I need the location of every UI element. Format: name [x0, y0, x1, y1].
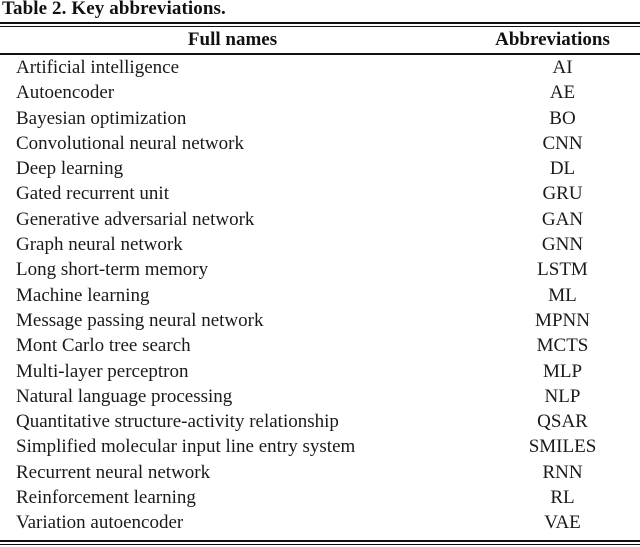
abbreviation-cell: QSAR: [537, 411, 588, 433]
abbreviation-cell: ML: [548, 284, 577, 306]
full-name-cell: Artificial intelligence: [16, 57, 180, 78]
table-row: Natural language processing NLP: [0, 384, 640, 409]
table-body: Artificial intelligence AI Autoencoder AE Ba…: [0, 53, 640, 536]
table-row: Long short-term memory LSTM: [0, 257, 640, 282]
full-name-cell: Convolutional neural network: [16, 132, 244, 154]
table-row: Recurrent neural network RNN: [0, 460, 640, 485]
abbreviation-cell: SMILES: [528, 436, 597, 458]
table-row: Message passing neural network MPNN: [0, 308, 640, 333]
abbreviation-cell: RL: [550, 487, 575, 509]
full-name-cell: Multi-layer perceptron: [16, 360, 189, 382]
table-row: Machine learning ML: [0, 283, 640, 308]
full-name-cell: Machine learning: [16, 284, 150, 306]
full-name-cell: Long short-term memory: [16, 259, 209, 281]
abbreviation-cell: GAN: [541, 208, 584, 230]
abbreviation-cell: GNN: [541, 234, 584, 256]
full-name-cell: Reinforcement learning: [16, 487, 196, 509]
table-row: Simplified molecular input line entry sy…: [0, 434, 640, 459]
header-row: Full names Abbreviations: [0, 27, 640, 53]
full-name-cell: Gated recurrent unit: [16, 183, 169, 205]
abbreviation-cell: AE: [549, 82, 576, 104]
full-name-cell: Generative adversarial network: [16, 208, 255, 230]
full-name-cell: Recurrent neural network: [16, 461, 211, 483]
table-caption: Table 2. Key abbreviations.: [2, 0, 226, 19]
table-row: Deep learning DL: [0, 156, 640, 181]
abbreviation-cell: MPNN: [535, 309, 590, 331]
table-row: Reinforcement learning RL: [0, 485, 640, 510]
full-name-cell: Message passing neural network: [16, 309, 264, 331]
abbreviation-cell: VAE: [544, 512, 581, 534]
bottom-double-rule: [0, 540, 640, 545]
table-row: Variation autoencoder VAE: [0, 510, 640, 535]
table-row: Quantitative structure-activity relation…: [0, 409, 640, 434]
full-name-cell: Simplified molecular input line entry sy…: [16, 436, 356, 458]
full-name-cell: Quantitative structure-activity relation…: [16, 411, 339, 433]
abbreviations-table: Full names Abbreviations Artificial inte…: [0, 27, 640, 536]
full-name-cell: Bayesian optimization: [16, 107, 187, 129]
abbreviation-cell: MLP: [542, 360, 583, 382]
abbreviation-cell: LSTM: [537, 259, 588, 281]
table-row: Graph neural network GNN: [0, 232, 640, 257]
table-row: Multi-layer perceptron MLP: [0, 359, 640, 384]
full-name-cell: Natural language processing: [16, 385, 233, 407]
full-name-cell: Deep learning: [16, 158, 124, 180]
full-name-cell: Mont Carlo tree search: [16, 335, 191, 357]
abbreviation-cell: CNN: [542, 132, 583, 154]
table-row: Autoencoder AE: [0, 80, 640, 105]
abbreviation-cell: BO: [549, 107, 576, 129]
abbreviation-cell: GRU: [542, 183, 583, 205]
abbreviation-cell: AI: [552, 57, 573, 78]
column-header-abbreviations: Abbreviations: [495, 29, 610, 50]
full-name-cell: Graph neural network: [16, 234, 183, 256]
abbreviation-cell: NLP: [544, 385, 581, 407]
column-header-full-names: Full names: [187, 29, 278, 50]
table-row: Bayesian optimization BO: [0, 106, 640, 131]
full-name-cell: Autoencoder: [16, 82, 115, 104]
table-row: Gated recurrent unit GRU: [0, 181, 640, 206]
abbreviation-cell: DL: [549, 158, 576, 180]
table-row: Convolutional neural network CNN: [0, 131, 640, 156]
abbreviation-cell: RNN: [542, 461, 583, 483]
full-name-cell: Variation autoencoder: [16, 512, 184, 534]
table-row: Mont Carlo tree search MCTS: [0, 333, 640, 358]
abbreviation-cell: MCTS: [536, 335, 589, 357]
table-row: Generative adversarial network GAN: [0, 207, 640, 232]
table-row: Artificial intelligence AI: [0, 53, 640, 80]
